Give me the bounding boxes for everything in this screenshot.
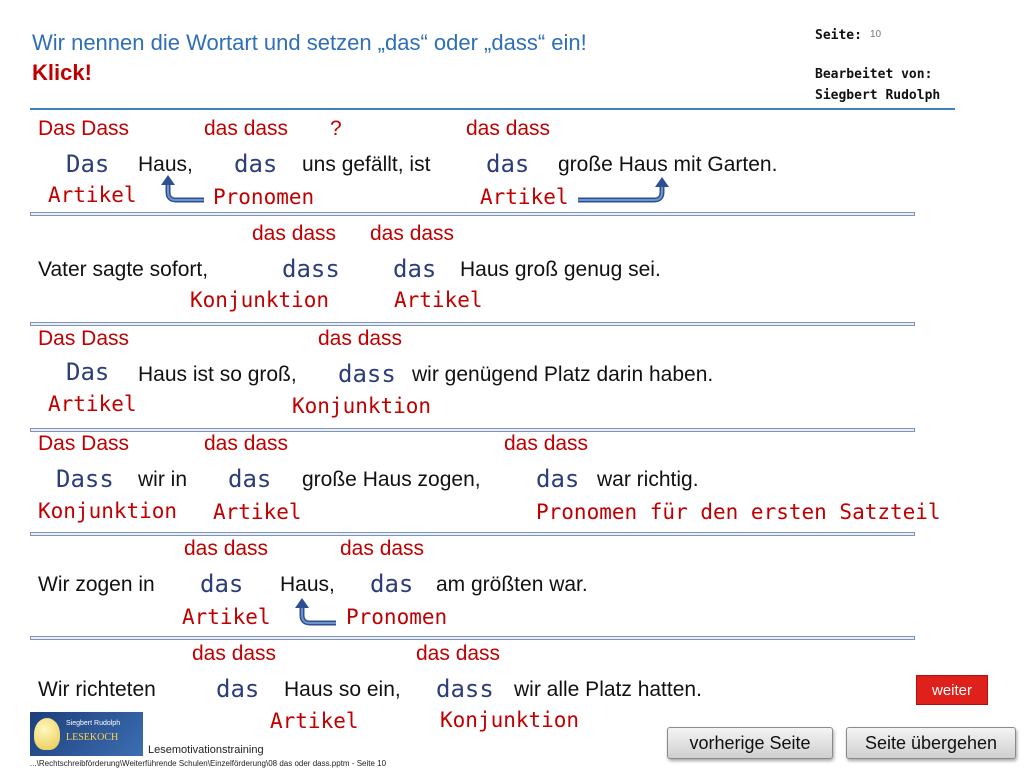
option-das-dass[interactable]: das dass [370, 222, 454, 246]
word-class-label: Pronomen [213, 185, 315, 209]
answer-word: das [536, 465, 580, 493]
sentence-part: war richtig. [597, 468, 699, 491]
option-das-dass[interactable]: Das Dass [38, 432, 129, 456]
answer-word: das [234, 150, 278, 178]
sentence-part: wir genügend Platz darin haben. [412, 363, 714, 386]
word-class-label: Artikel [213, 500, 302, 524]
word-class-label: Artikel [270, 709, 359, 733]
lesekoch-logo: Siegbert Rudolph LESEKOCH [30, 712, 143, 756]
answer-word: Das [66, 150, 110, 178]
answer-word: das [200, 570, 244, 598]
logo-brand: LESEKOCH [66, 732, 119, 743]
answer-word: dass [282, 255, 340, 283]
sentence-part: Wir zogen in [38, 573, 155, 596]
sentence-part: große Haus zogen, [302, 468, 481, 491]
sentence-part: Vater sagte sofort, [38, 258, 209, 281]
forward-arrow-icon [578, 177, 669, 203]
answer-word: dass [436, 675, 494, 703]
page-number: 10 [870, 29, 882, 40]
sentence-part: Haus ist so groß, [138, 363, 297, 386]
word-class-label: Konjunktion [440, 708, 580, 732]
answer-word: dass [338, 360, 396, 388]
author-name: Siegbert Rudolph [815, 88, 941, 103]
word-class-label: Artikel [48, 392, 137, 416]
word-class-label: Artikel [480, 185, 569, 209]
page-title: Wir nennen die Wortart und setzen „das“ … [32, 30, 587, 55]
back-arrow-icon [161, 175, 204, 203]
option-das-dass[interactable]: das dass [252, 222, 336, 246]
row-separator [30, 322, 915, 326]
word-class-label: Artikel [182, 605, 271, 629]
course-name: Lesemotivationstraining [148, 744, 264, 756]
sentence-part: große Haus mit Garten. [558, 153, 778, 176]
row-separator [30, 636, 915, 640]
answer-word: das [228, 465, 272, 493]
option-das-dass[interactable]: das dass [466, 117, 550, 141]
option-das-dass[interactable]: das dass [192, 642, 276, 666]
skip-page-button[interactable]: Seite übergehen [846, 727, 1016, 759]
previous-page-button[interactable]: vorherige Seite [667, 727, 833, 759]
weiter-button[interactable]: weiter [916, 675, 988, 705]
sentence-part: Haus groß genug sei. [460, 258, 661, 281]
file-path: ...\Rechtschreibförderung\Weiterführende… [30, 759, 387, 768]
sentence-part: Haus, [280, 573, 335, 596]
lightbulb-icon [34, 718, 60, 750]
seite-label: Seite: [815, 28, 862, 43]
sentence-part: am größten war. [436, 573, 588, 596]
sentence-part: wir alle Platz hatten. [514, 678, 702, 701]
option-das-dass[interactable]: das dass [204, 117, 288, 141]
klick-hint: Klick! [32, 60, 92, 85]
word-class-label: Pronomen für den ersten Satzteil [536, 500, 941, 524]
answer-word: das [393, 255, 437, 283]
back-arrow-icon [295, 598, 336, 626]
word-class-label: Artikel [48, 183, 137, 207]
option-das-dass[interactable]: das dass [416, 642, 500, 666]
bearbeitet-label: Bearbeitet von: [815, 67, 933, 82]
option-das-dass[interactable]: das dass [204, 432, 288, 456]
logo-author: Siegbert Rudolph [66, 720, 121, 727]
row-separator [30, 532, 915, 536]
option-das-dass[interactable]: das dass [318, 327, 402, 351]
answer-word: das [486, 150, 530, 178]
word-class-label: Konjunktion [292, 394, 432, 418]
row-separator [30, 428, 915, 432]
option-das-dass[interactable]: Das Dass [38, 117, 129, 141]
option-das-dass[interactable]: das dass [340, 537, 424, 561]
sentence-part: uns gefällt, ist [302, 153, 431, 176]
question-mark[interactable]: ? [330, 117, 342, 141]
word-class-label: Konjunktion [190, 288, 330, 312]
answer-word: Das [66, 358, 110, 386]
row-separator [30, 212, 915, 216]
word-class-label: Konjunktion [38, 499, 178, 523]
option-das-dass[interactable]: Das Dass [38, 327, 129, 351]
option-das-dass[interactable]: das dass [184, 537, 268, 561]
header-divider [30, 108, 955, 110]
sentence-part: wir in [138, 468, 188, 491]
answer-word: das [216, 675, 260, 703]
option-das-dass[interactable]: das dass [504, 432, 588, 456]
answer-word: Dass [56, 465, 114, 493]
word-class-label: Pronomen [346, 605, 448, 629]
answer-word: das [370, 570, 414, 598]
word-class-label: Artikel [394, 288, 483, 312]
sentence-part: Wir richteten [38, 678, 156, 701]
sentence-part: Haus so ein, [284, 678, 401, 701]
